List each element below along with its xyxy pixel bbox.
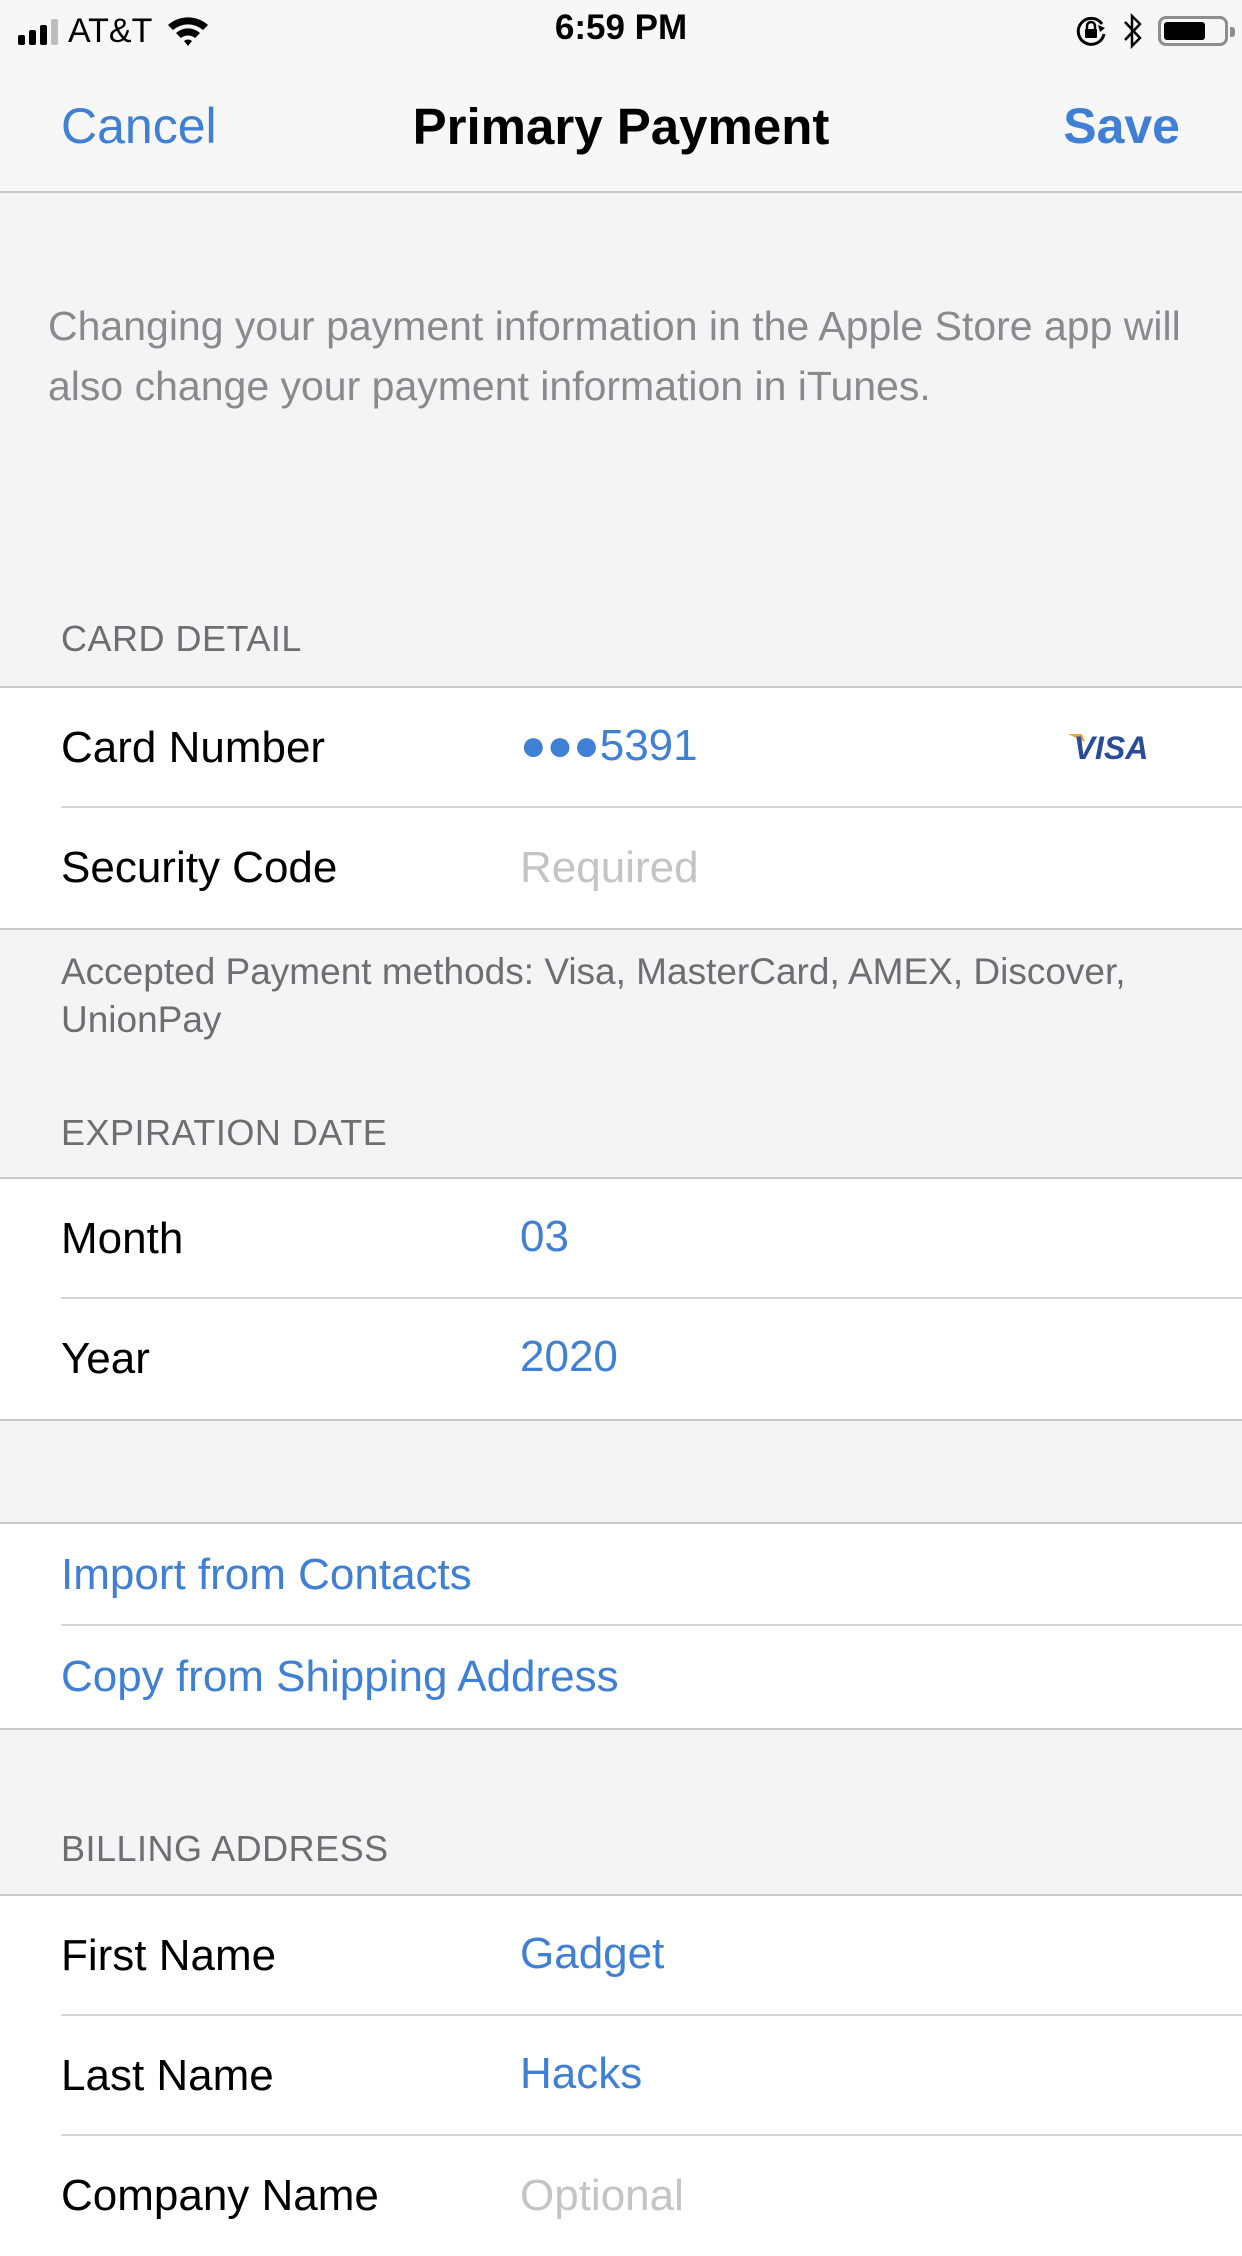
section-header-expiration-date: EXPIRATION DATE [61,1112,388,1153]
company-name-input[interactable]: Optional [520,2136,684,2256]
orientation-lock-icon [1076,16,1106,46]
company-name-row[interactable]: Company Name Optional [0,2136,1242,2256]
copy-from-shipping-row[interactable]: Copy from Shipping Address [0,1626,1242,1728]
save-button[interactable]: Save [1063,62,1180,191]
billing-address-group: First Name Gadget Last Name Hacks Compan… [0,1894,1242,2256]
import-from-contacts-button[interactable]: Import from Contacts [61,1524,472,1626]
card-number-value[interactable]: ●●●5391 [520,688,698,804]
last-name-input[interactable]: Hacks [520,2016,642,2132]
visa-logo-icon: VISA [1068,730,1149,766]
expiration-group: Month 03 Year 2020 [0,1177,1242,1421]
last-name-row[interactable]: Last Name Hacks [0,2016,1242,2136]
year-value[interactable]: 2020 [520,1299,618,1415]
security-code-input[interactable]: Required [520,808,699,928]
first-name-label: First Name [61,1931,277,1980]
security-code-label: Security Code [61,843,338,892]
import-from-contacts-row[interactable]: Import from Contacts [0,1524,1242,1626]
card-number-row[interactable]: Card Number ●●●5391 VISA [0,688,1242,808]
year-row[interactable]: Year 2020 [0,1299,1242,1419]
section-header-card-detail: CARD DETAIL [61,618,302,659]
security-code-row[interactable]: Security Code Required [0,808,1242,928]
svg-text:VISA: VISA [1074,730,1149,766]
bluetooth-icon [1124,12,1142,50]
first-name-row[interactable]: First Name Gadget [0,1896,1242,2016]
cancel-button[interactable]: Cancel [61,62,217,191]
copy-from-shipping-address-button[interactable]: Copy from Shipping Address [61,1626,619,1728]
section-header-billing-address: BILLING ADDRESS [61,1828,389,1869]
status-bar: AT&T 6:59 PM [0,0,1242,62]
last-name-label: Last Name [61,2051,274,2100]
accepted-payment-methods-note: Accepted Payment methods: Visa, MasterCa… [61,951,1126,1040]
month-row[interactable]: Month 03 [0,1179,1242,1299]
month-label: Month [61,1214,184,1263]
company-name-label: Company Name [61,2171,379,2220]
info-text: Changing your payment information in the… [48,303,1181,409]
battery-icon [1158,16,1235,46]
card-detail-group: Card Number ●●●5391 VISA Security Code R… [0,686,1242,930]
address-actions-group: Import from Contacts Copy from Shipping … [0,1522,1242,1730]
card-number-label: Card Number [61,723,326,772]
month-value[interactable]: 03 [520,1179,569,1295]
clock: 6:59 PM [554,8,688,47]
year-label: Year [61,1334,150,1383]
first-name-input[interactable]: Gadget [520,1896,664,2012]
navigation-bar: Primary Payment Cancel Save [0,62,1242,193]
